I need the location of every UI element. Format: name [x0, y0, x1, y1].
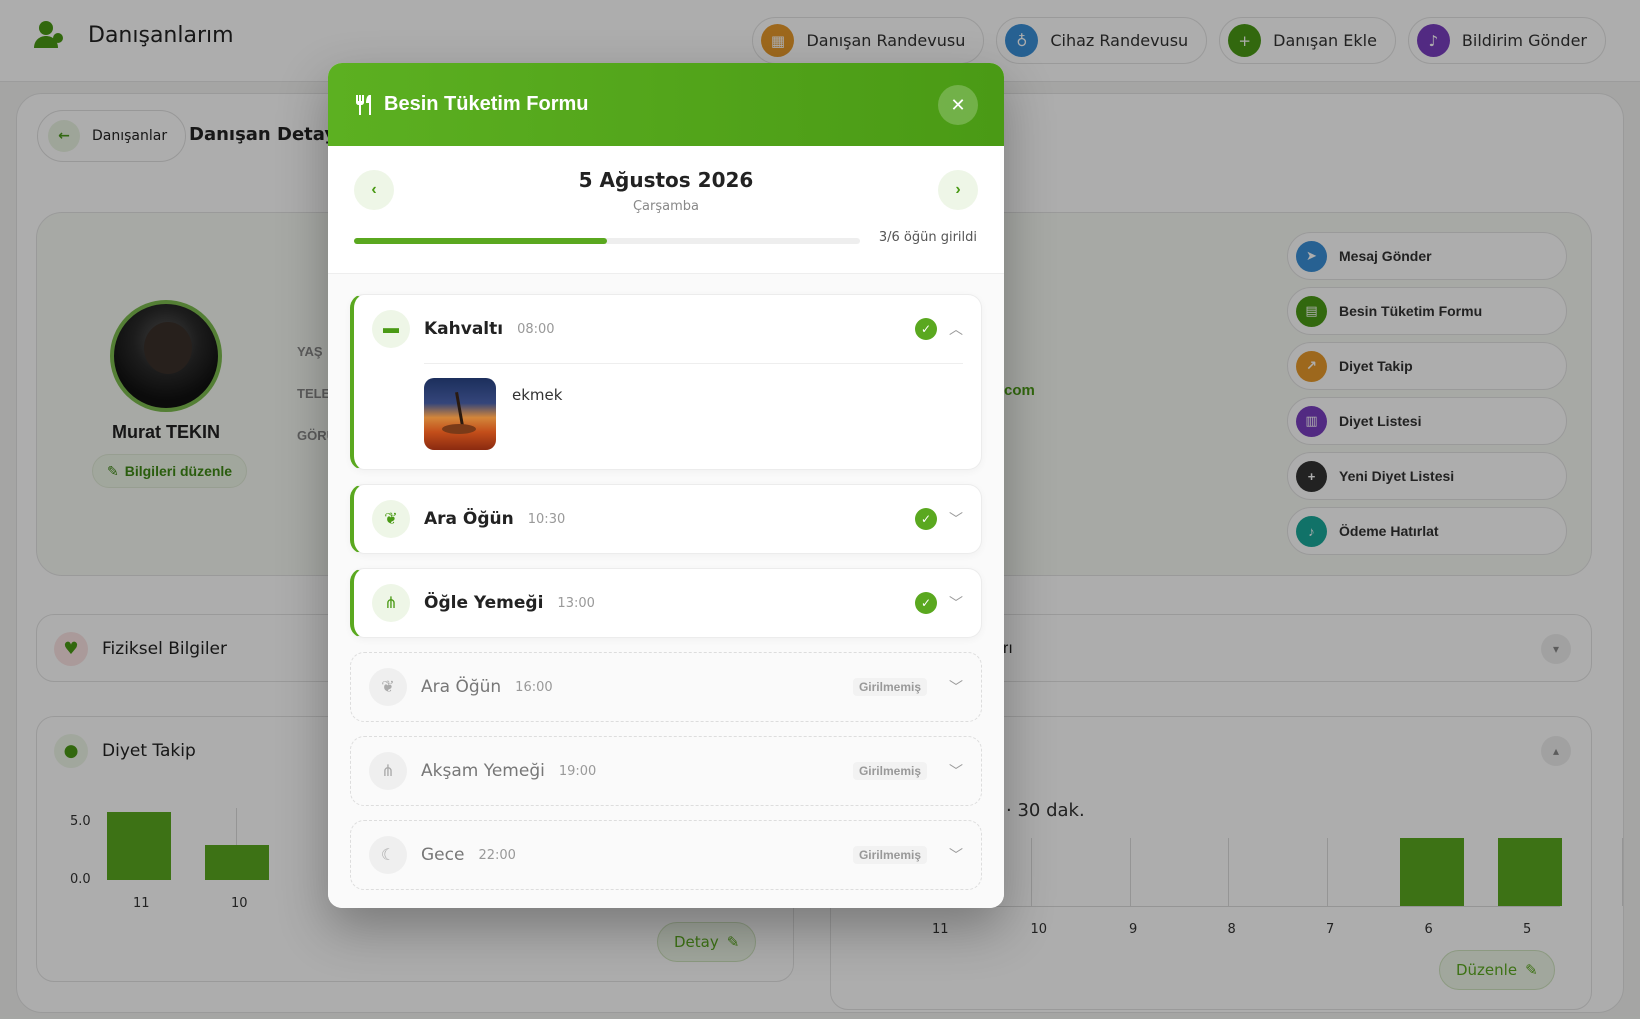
leaf-icon: ❦ — [372, 500, 410, 538]
meal-entry: ekmek — [424, 363, 963, 466]
meal-name: Gece — [421, 845, 465, 865]
meal-time: 19:00 — [558, 763, 597, 779]
utensils-icon: ⋔ — [369, 752, 407, 790]
meal-time: 16:00 — [515, 679, 553, 695]
chevron-down-icon[interactable]: ﹀ — [949, 845, 963, 865]
food-consumption-modal: Besin Tüketim Formu ✕ ‹ 5 Ağustos 2026 Ç… — [328, 63, 1004, 908]
meal-name: Kahvaltı — [424, 319, 504, 339]
utensils-icon: ⋔ — [372, 584, 410, 622]
leaf-icon: ❦ — [369, 668, 407, 706]
meal-time: 10:30 — [527, 511, 566, 527]
meal-card-afternoon-snack[interactable]: ❦ Ara Öğün 16:00 Girilmemiş ﹀ — [350, 652, 982, 722]
meal-progress-text: 3/6 öğün girildi — [878, 230, 977, 245]
current-weekday: Çarşamba — [632, 199, 699, 214]
status-badge: Girilmemiş — [852, 762, 927, 780]
chevron-down-icon[interactable]: ﹀ — [949, 677, 963, 697]
date-navigator: ‹ 5 Ağustos 2026 Çarşamba › 3/6 öğün gir… — [328, 146, 1004, 274]
chevron-down-icon[interactable]: ﹀ — [949, 509, 963, 529]
food-photo[interactable] — [424, 378, 496, 450]
meal-name: Ara Öğün — [421, 677, 502, 697]
meal-time: 08:00 — [517, 321, 555, 337]
meal-progress-fill — [354, 238, 607, 244]
check-icon: ✓ — [915, 508, 937, 530]
meal-progress-bar — [354, 238, 860, 244]
meal-list: ▬ Kahvaltı 08:00 ✓ ︿ ekmek ❦ Ara Öğün 10… — [328, 274, 1004, 908]
meal-name: Ara Öğün — [424, 509, 514, 529]
chevron-down-icon[interactable]: ﹀ — [949, 593, 963, 613]
meal-card-dinner[interactable]: ⋔ Akşam Yemeği 19:00 Girilmemiş ﹀ — [350, 736, 982, 806]
meal-card-breakfast[interactable]: ▬ Kahvaltı 08:00 ✓ ︿ ekmek — [350, 294, 982, 470]
meal-name: Akşam Yemeği — [421, 761, 545, 781]
close-icon[interactable]: ✕ — [938, 85, 978, 125]
meal-name: Öğle Yemeği — [424, 593, 544, 613]
chevron-up-icon[interactable]: ︿ — [949, 319, 963, 339]
modal-title: Besin Tüketim Formu — [384, 93, 589, 115]
status-badge: Girilmemiş — [852, 846, 927, 864]
current-date: 5 Ağustos 2026 — [578, 168, 754, 192]
next-day-button[interactable]: › — [938, 170, 978, 210]
status-badge: Girilmemiş — [852, 678, 927, 696]
meal-card-night[interactable]: ☾ Gece 22:00 Girilmemiş ﹀ — [350, 820, 982, 890]
chevron-down-icon[interactable]: ﹀ — [949, 761, 963, 781]
food-name: ekmek — [512, 386, 563, 404]
check-icon: ✓ — [915, 318, 937, 340]
utensils-icon — [356, 94, 371, 115]
meal-time: 22:00 — [478, 847, 516, 863]
meal-time: 13:00 — [557, 595, 595, 611]
meal-card-morning-snack[interactable]: ❦ Ara Öğün 10:30 ✓ ﹀ — [350, 484, 982, 554]
moon-icon: ☾ — [369, 836, 407, 874]
meal-card-lunch[interactable]: ⋔ Öğle Yemeği 13:00 ✓ ﹀ — [350, 568, 982, 638]
modal-header: Besin Tüketim Formu ✕ — [328, 63, 1004, 146]
coffee-icon: ▬ — [372, 310, 410, 348]
check-icon: ✓ — [915, 592, 937, 614]
